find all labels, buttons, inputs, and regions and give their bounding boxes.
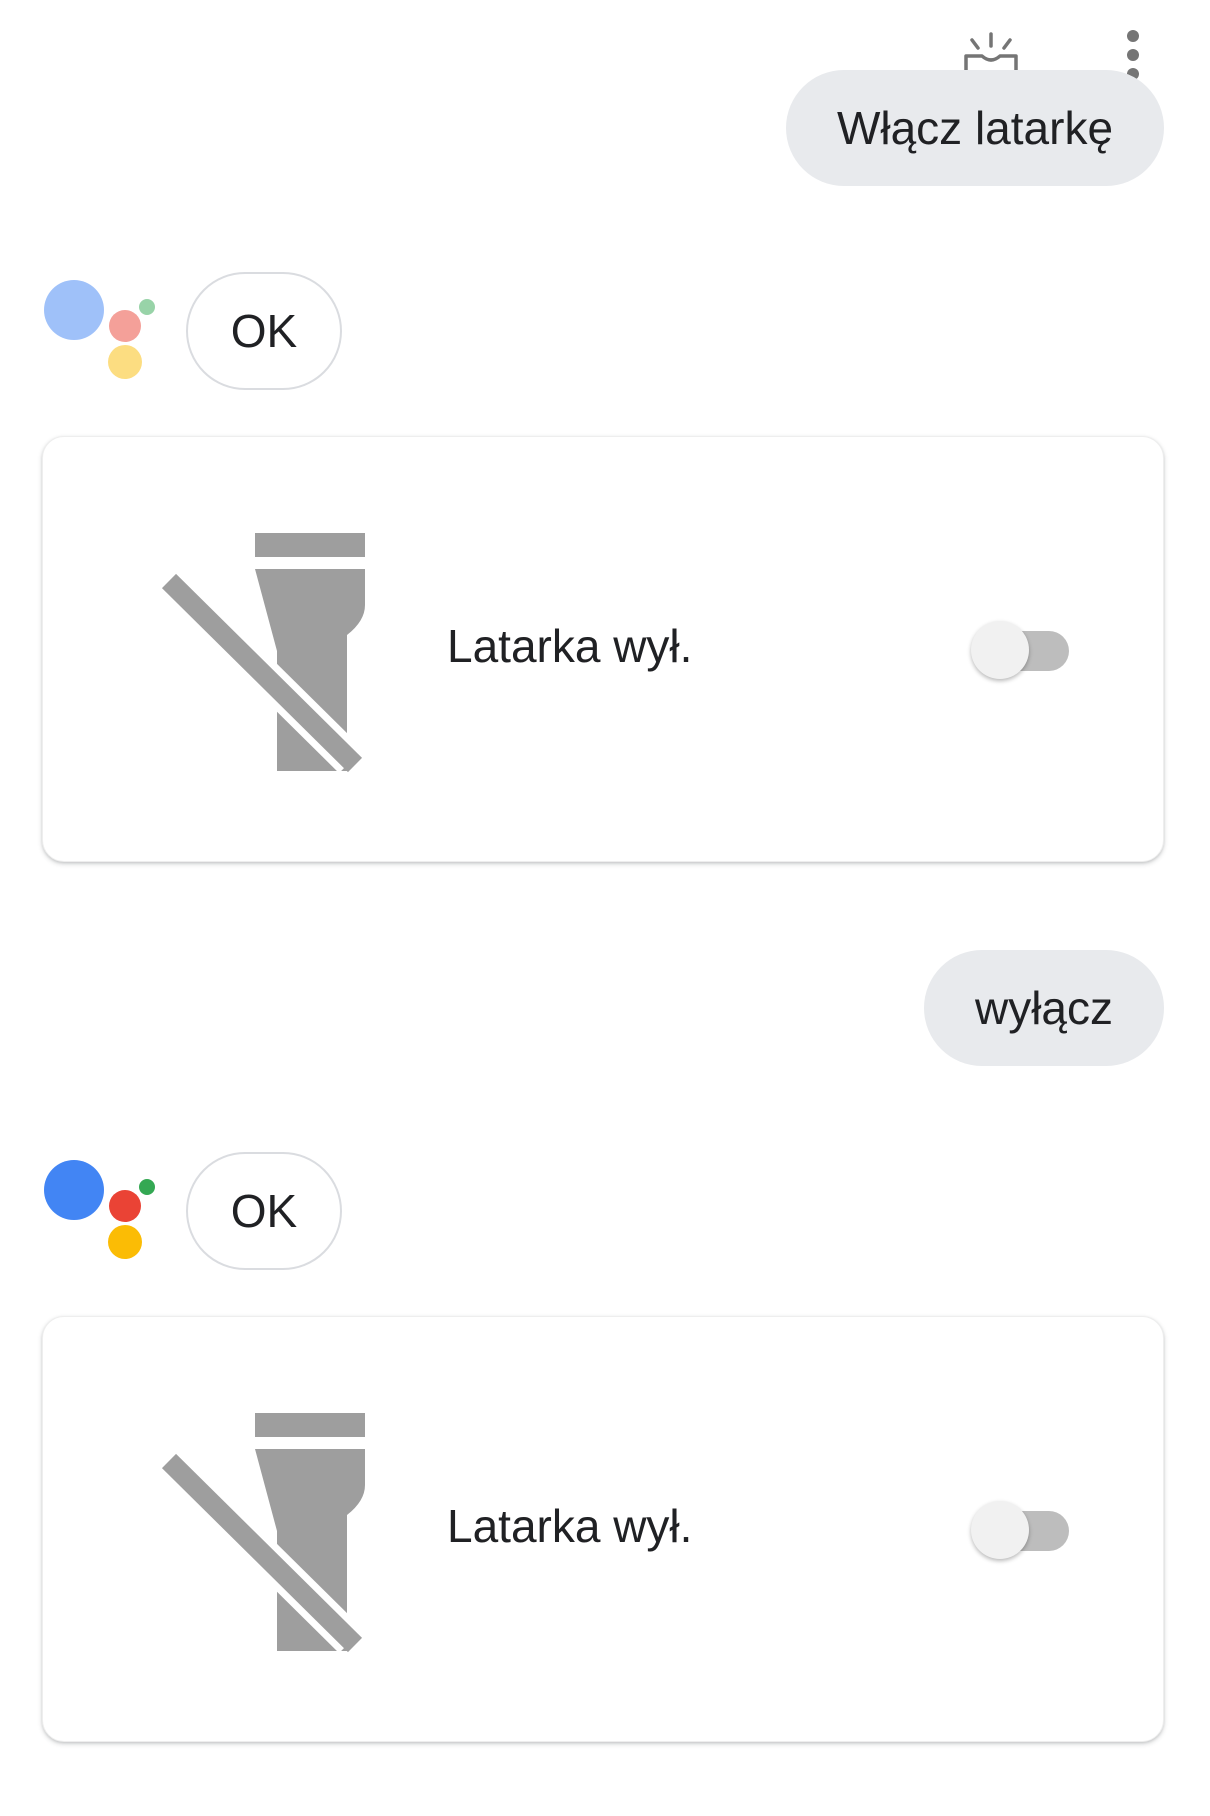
assistant-logo [40,1152,160,1262]
flashlight-card: Latarka wył. [42,436,1164,862]
flashlight-off-icon [159,1403,395,1663]
assistant-reply-chip: OK [186,1152,342,1270]
flashlight-toggle[interactable] [967,617,1071,681]
user-message-bubble: Włącz latarkę [786,70,1164,186]
flashlight-status-label: Latarka wył. [447,620,693,672]
user-message-text: Włącz latarkę [836,102,1114,154]
assistant-reply-text: OK [230,305,298,357]
flashlight-toggle[interactable] [967,1497,1071,1561]
flashlight-off-icon [159,523,395,783]
user-message-bubble: wyłącz [924,950,1164,1066]
user-message-text: wyłącz [974,982,1114,1034]
flashlight-status-label: Latarka wył. [447,1500,693,1552]
assistant-logo [40,272,160,382]
toggle-thumb [971,621,1029,679]
toggle-thumb [971,1501,1029,1559]
assistant-reply-text: OK [230,1185,298,1237]
assistant-reply-chip: OK [186,272,342,390]
flashlight-card: Latarka wył. [42,1316,1164,1742]
